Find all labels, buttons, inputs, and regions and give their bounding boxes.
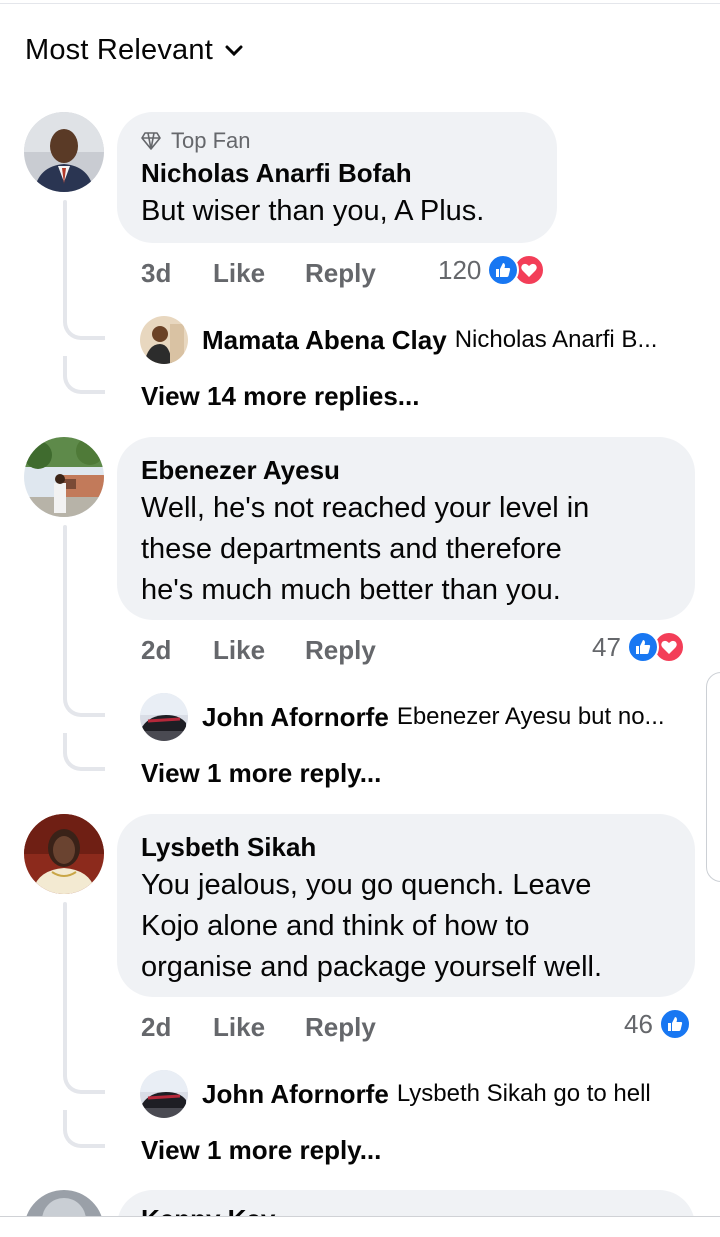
comment-author[interactable]: Lysbeth Sikah bbox=[141, 832, 671, 863]
thread-elbow bbox=[63, 1056, 105, 1094]
reply-preview[interactable]: John Afornorfe Lysbeth Sikah go to hell bbox=[140, 1070, 651, 1118]
avatar[interactable] bbox=[24, 112, 104, 192]
reply-avatar bbox=[140, 1070, 188, 1118]
like-icon bbox=[487, 254, 520, 286]
reply-preview[interactable]: Mamata Abena Clay Nicholas Anarfi B... bbox=[140, 316, 657, 364]
reaction-count: 46 bbox=[624, 1008, 653, 1039]
reaction-summary[interactable]: 46 bbox=[624, 1008, 691, 1040]
avatar[interactable] bbox=[24, 437, 104, 517]
reply-button[interactable]: Reply bbox=[305, 1012, 376, 1043]
comment-time[interactable]: 2d bbox=[141, 1012, 213, 1043]
thread-elbow bbox=[63, 356, 105, 394]
top-fan-badge: Top Fan bbox=[141, 128, 533, 154]
like-button[interactable]: Like bbox=[213, 1012, 305, 1043]
reply-button[interactable]: Reply bbox=[305, 635, 376, 666]
comment-text-line: organise and package yourself well. bbox=[141, 951, 603, 983]
reaction-count: 47 bbox=[592, 631, 621, 662]
thread-line bbox=[63, 902, 67, 1077]
thread-elbow bbox=[63, 302, 105, 340]
reply-preview[interactable]: John Afornorfe Ebenezer Ayesu but no... bbox=[140, 693, 665, 741]
reaction-summary[interactable]: 47 bbox=[592, 631, 685, 663]
comment-bubble: Lysbeth Sikah You jealous, you go quench… bbox=[117, 814, 695, 997]
reply-snippet: Lysbeth Sikah go to hell bbox=[396, 1080, 651, 1107]
like-button[interactable]: Like bbox=[213, 635, 305, 666]
thread-elbow bbox=[63, 679, 105, 717]
comment-text: You jealous, you go quench. Leave Kojo a… bbox=[141, 865, 671, 988]
comment-bubble: Ebenezer Ayesu Well, he's not reached yo… bbox=[117, 437, 695, 620]
sort-label: Most Relevant bbox=[25, 34, 213, 66]
avatar-image bbox=[24, 814, 104, 894]
thread-line bbox=[63, 525, 67, 700]
like-button[interactable]: Like bbox=[213, 258, 305, 289]
chevron-down-icon bbox=[225, 45, 243, 56]
like-icon bbox=[626, 631, 659, 663]
reply-author: John Afornorfe bbox=[202, 1078, 389, 1109]
comment-text-line: You jealous, you go quench. Leave bbox=[141, 869, 592, 901]
diamond-icon bbox=[141, 132, 161, 150]
comment-author[interactable]: Nicholas Anarfi Bofah bbox=[141, 158, 533, 189]
reaction-count: 120 bbox=[438, 254, 482, 285]
view-more-replies-link[interactable]: View 1 more reply... bbox=[141, 758, 381, 789]
comment-actions: 2d Like Reply bbox=[141, 635, 376, 666]
comment-text-line: Kojo alone and think of how to bbox=[141, 910, 530, 942]
reply-avatar bbox=[140, 316, 188, 364]
top-divider bbox=[0, 0, 720, 4]
comment-text-line: these departments and therefore bbox=[141, 533, 562, 565]
badge-label: Top Fan bbox=[171, 128, 251, 153]
scroll-handle[interactable] bbox=[706, 672, 720, 882]
comment-author[interactable]: Ebenezer Ayesu bbox=[141, 455, 671, 486]
thread-elbow bbox=[63, 1110, 105, 1148]
like-icon bbox=[658, 1008, 691, 1040]
avatar-image bbox=[24, 112, 104, 192]
comment-text-line: Well, he's not reached your level in bbox=[141, 492, 590, 524]
comment-text-line: he's much much better than you. bbox=[141, 574, 561, 606]
avatar-image bbox=[24, 437, 104, 517]
comment-text: But wiser than you, A Plus. bbox=[141, 195, 485, 227]
comment-actions: 3d Like Reply bbox=[141, 258, 376, 289]
reply-author: Mamata Abena Clay bbox=[202, 324, 447, 355]
reply-snippet: Ebenezer Ayesu but no... bbox=[396, 703, 665, 730]
comment-bubble: Top Fan Nicholas Anarfi Bofah But wiser … bbox=[117, 112, 557, 243]
sort-dropdown[interactable]: Most Relevant bbox=[25, 34, 243, 67]
thread-elbow bbox=[63, 733, 105, 771]
reply-avatar bbox=[140, 693, 188, 741]
comment-time[interactable]: 2d bbox=[141, 635, 213, 666]
comment-text: Well, he's not reached your level in the… bbox=[141, 488, 671, 611]
comment-actions: 2d Like Reply bbox=[141, 1012, 376, 1043]
comment-time[interactable]: 3d bbox=[141, 258, 213, 289]
bottom-bar bbox=[0, 1216, 720, 1237]
reply-author: John Afornorfe bbox=[202, 701, 389, 732]
reply-button[interactable]: Reply bbox=[305, 258, 376, 289]
view-more-replies-link[interactable]: View 1 more reply... bbox=[141, 1135, 381, 1166]
view-more-replies-link[interactable]: View 14 more replies... bbox=[141, 381, 419, 412]
avatar[interactable] bbox=[24, 814, 104, 894]
reply-snippet: Nicholas Anarfi B... bbox=[454, 326, 658, 353]
reaction-summary[interactable]: 120 bbox=[438, 254, 546, 286]
